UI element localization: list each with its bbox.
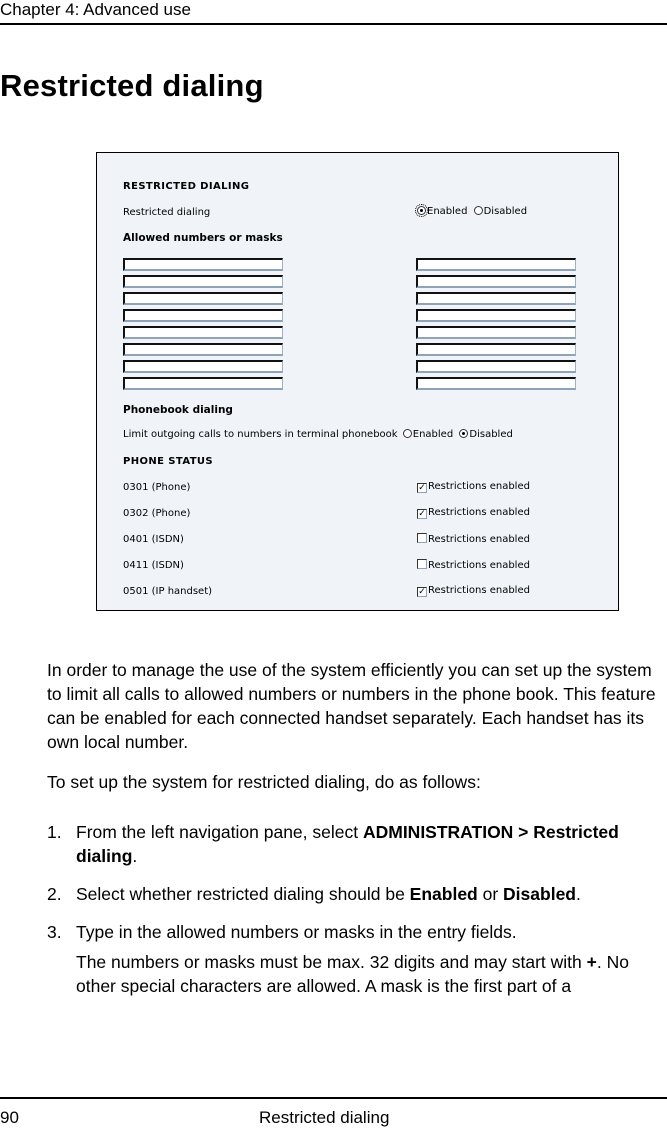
restricted-disabled-label[interactable]: Disabled [484,206,527,217]
phone-name: 0301 (Phone) [123,482,191,493]
phonebook-disabled-radio[interactable] [459,429,469,438]
page-number: 90 [0,1108,19,1127]
mask-input-left-4[interactable] [123,309,283,322]
step-text: From the left navigation pane, select AD… [76,820,662,868]
mask-input-right-5[interactable] [416,326,576,339]
phone-name: 0401 (ISDN) [123,534,184,545]
restriction-checkbox-0302[interactable]: ✓ [417,509,427,519]
mask-input-left-3[interactable] [123,292,283,305]
phone-restriction-row: Restrictions enabled [417,559,530,571]
mask-input-left-6[interactable] [123,343,283,356]
restriction-label[interactable]: Restrictions enabled [428,585,530,596]
step-text-plain: . [576,884,581,904]
phone-restriction-row: ✓ Restrictions enabled [417,481,530,493]
header-rule [0,23,667,25]
phonebook-dialing-heading: Phonebook dialing [123,404,233,416]
phone-status-title: PHONE STATUS [123,456,214,467]
note-text: The numbers or masks must be max. 32 dig… [76,952,587,972]
phone-restriction-row: Restrictions enabled [417,533,530,545]
procedure-steps: 1. From the left navigation pane, select… [47,820,662,1012]
phonebook-label-text: Limit outgoing calls to numbers in termi… [123,429,398,440]
lead-in-paragraph: To set up the system for restricted dial… [47,772,481,792]
mask-input-right-1[interactable] [416,258,576,271]
option-enabled: Enabled [409,884,478,904]
step-text-plain: or [477,884,504,904]
mask-input-left-2[interactable] [123,275,283,288]
restriction-checkbox-0301[interactable]: ✓ [417,483,427,493]
step-1: 1. From the left navigation pane, select… [47,820,662,868]
step-2: 2. Select whether restricted dialing sho… [47,882,662,906]
restricted-dialing-screenshot: RESTRICTED DIALING Restricted dialing En… [96,152,619,611]
phonebook-label: Limit outgoing calls to numbers in termi… [123,429,513,440]
restriction-label[interactable]: Restrictions enabled [428,507,530,518]
restricted-dialing-radio-group: Enabled Disabled [415,204,527,217]
restriction-checkbox-0401[interactable] [417,533,427,543]
restricted-dialing-label: Restricted dialing [123,207,211,218]
restricted-enabled-label[interactable]: Enabled [427,206,467,217]
step-text-plain: . [132,846,138,866]
restriction-checkbox-0501[interactable]: ✓ [417,587,427,597]
restriction-label[interactable]: Restrictions enabled [428,481,530,492]
restriction-label[interactable]: Restrictions enabled [428,534,530,545]
mask-input-right-2[interactable] [416,275,576,288]
mask-input-left-5[interactable] [123,326,283,339]
mask-input-right-6[interactable] [416,343,576,356]
allowed-numbers-heading: Allowed numbers or masks [123,232,283,244]
mask-input-right-4[interactable] [416,309,576,322]
phonebook-enabled-label[interactable]: Enabled [413,429,453,440]
running-header: Chapter 4: Advanced use [0,0,191,19]
step-text-plain: From the left navigation pane, select [76,822,363,842]
mask-input-left-8[interactable] [123,377,283,390]
mask-input-left-7[interactable] [123,360,283,373]
mask-input-right-3[interactable] [416,292,576,305]
plus-sign: + [586,952,597,972]
phone-name: 0501 (IP handset) [123,586,213,597]
step-text-plain: Select whether restricted dialing should… [76,884,410,904]
intro-paragraph: In order to manage the use of the system… [47,660,656,752]
phone-name: 0411 (ISDN) [123,560,184,571]
step-number: 1. [47,822,62,842]
restricted-enabled-radio[interactable] [415,204,428,217]
restriction-label[interactable]: Restrictions enabled [428,560,530,571]
phone-name: 0302 (Phone) [123,508,191,519]
step-note: The numbers or masks must be max. 32 dig… [76,950,662,998]
page-title: Restricted dialing [0,68,264,103]
footer-rule [0,1097,667,1099]
restriction-checkbox-0411[interactable] [417,559,427,569]
phone-restriction-row: ✓ Restrictions enabled [417,507,530,519]
mask-input-left-1[interactable] [123,258,283,271]
step-number: 3. [47,922,62,942]
step-number: 2. [47,884,62,904]
footer-section-title: Restricted dialing [259,1108,390,1127]
phone-restriction-row: ✓ Restrictions enabled [417,585,530,597]
section-title: RESTRICTED DIALING [123,181,250,192]
phonebook-enabled-radio[interactable] [402,429,412,438]
step-text: Type in the allowed numbers or masks in … [76,922,517,942]
step-text: Select whether restricted dialing should… [76,882,662,906]
mask-input-right-7[interactable] [416,360,576,373]
step-3: 3. Type in the allowed numbers or masks … [47,920,662,998]
option-disabled: Disabled [503,884,576,904]
restricted-disabled-radio[interactable] [473,206,483,215]
mask-input-right-8[interactable] [416,377,576,390]
phonebook-disabled-label[interactable]: Disabled [469,429,512,440]
